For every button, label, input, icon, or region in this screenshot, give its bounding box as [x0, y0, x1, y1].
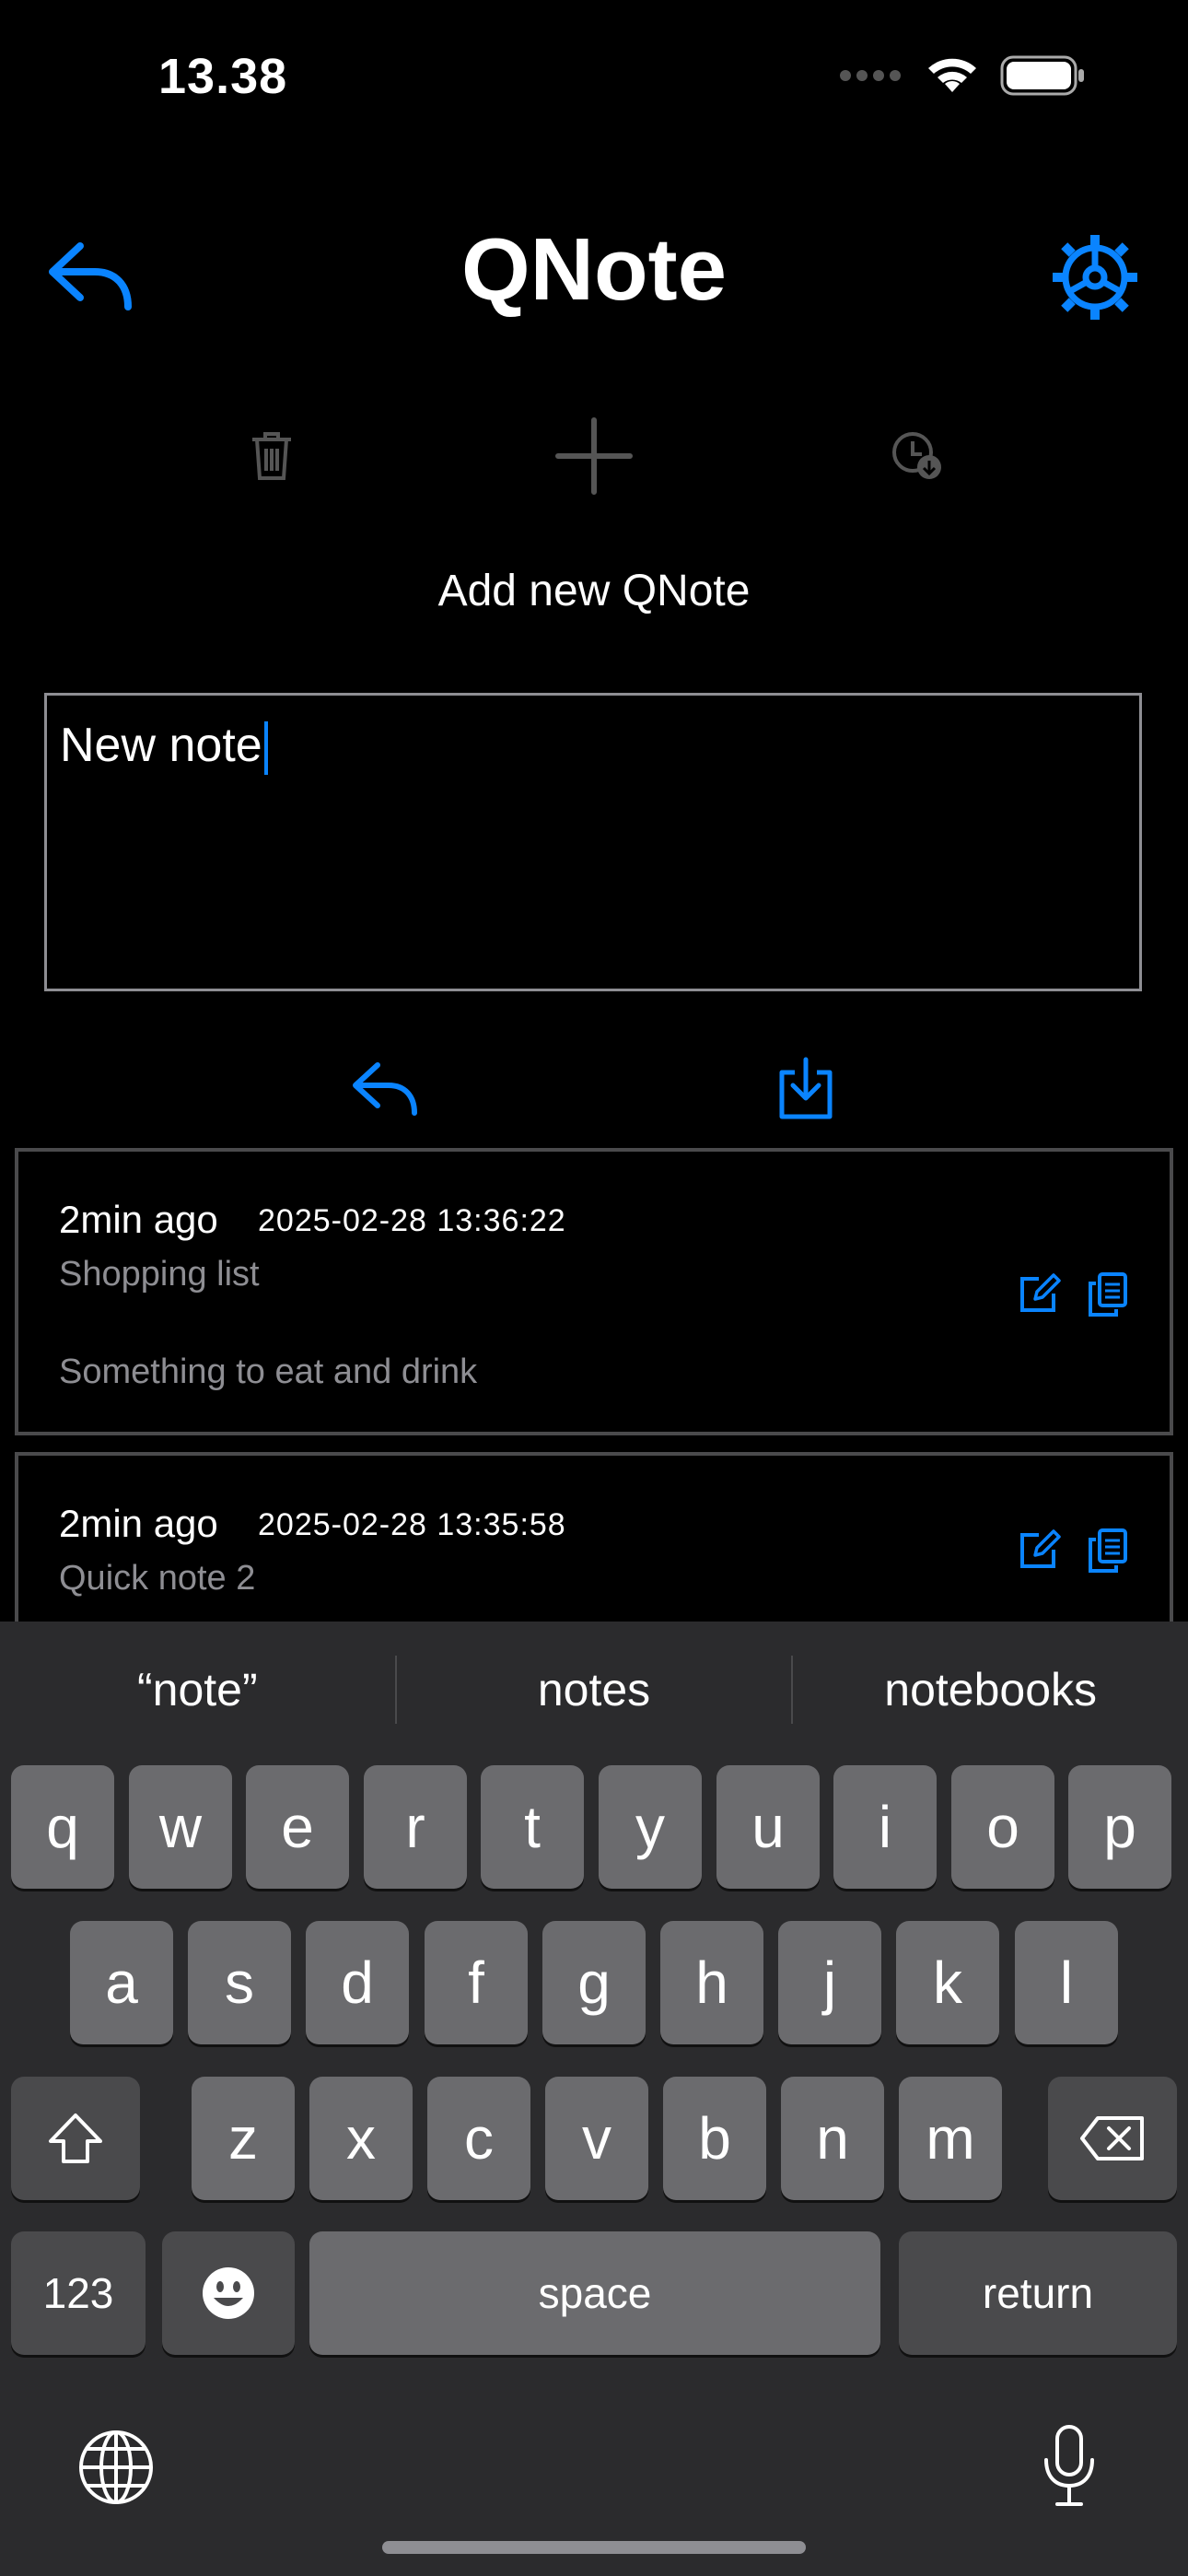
suggestion-item[interactable]: notes	[397, 1663, 792, 1716]
key-c[interactable]: c	[427, 2077, 530, 2200]
globe-icon	[79, 2430, 153, 2504]
status-time: 13.38	[158, 49, 288, 104]
edit-button[interactable]	[1019, 1271, 1061, 1314]
key-v[interactable]: v	[545, 2077, 648, 2200]
shift-key[interactable]	[11, 2077, 140, 2200]
key-e[interactable]: e	[246, 1765, 349, 1889]
save-button[interactable]	[755, 1043, 856, 1135]
wifi-icon	[928, 58, 976, 92]
gear-icon	[1053, 235, 1137, 320]
add-note-subtitle: Add new QNote	[437, 567, 751, 615]
shift-icon	[49, 2113, 102, 2163]
key-k[interactable]: k	[896, 1921, 999, 2044]
key-a[interactable]: a	[70, 1921, 173, 2044]
key-r[interactable]: r	[364, 1765, 467, 1889]
undo-button[interactable]	[335, 1043, 437, 1135]
key-y[interactable]: y	[599, 1765, 702, 1889]
status-icons	[838, 55, 1087, 96]
note-title: Shopping list	[59, 1255, 260, 1294]
battery-icon	[1000, 55, 1084, 96]
note-text-value: New note	[60, 719, 262, 772]
key-d[interactable]: d	[306, 1921, 409, 2044]
add-note-button[interactable]	[553, 415, 635, 498]
history-button[interactable]	[877, 415, 960, 498]
copy-button[interactable]	[1087, 1271, 1129, 1317]
clock-download-icon	[892, 432, 941, 479]
key-b[interactable]: b	[663, 2077, 766, 2200]
suggestion-item[interactable]: “note”	[0, 1663, 395, 1716]
edit-icon	[1020, 1273, 1061, 1312]
text-caret	[263, 721, 268, 776]
suggestion-item[interactable]: notebooks	[793, 1663, 1188, 1716]
key-w[interactable]: w	[129, 1765, 232, 1889]
key-n[interactable]: n	[781, 2077, 884, 2200]
key-u[interactable]: u	[716, 1765, 820, 1889]
signal-icon	[840, 70, 901, 81]
home-indicator	[382, 2541, 806, 2554]
note-timestamp: 2025-02-28 13:35:58	[258, 1507, 566, 1542]
dictation-button[interactable]	[1041, 2423, 1098, 2508]
note-title: Quick note 2	[59, 1559, 256, 1598]
trash-icon	[252, 432, 291, 480]
globe-button[interactable]	[77, 2429, 155, 2506]
return-key[interactable]: return	[899, 2231, 1177, 2355]
key-i[interactable]: i	[833, 1765, 937, 1889]
copy-icon	[1089, 1272, 1127, 1317]
edit-icon	[1020, 1529, 1061, 1568]
download-tray-icon	[779, 1057, 833, 1119]
key-g[interactable]: g	[542, 1921, 646, 2044]
keyboard: “note” notes notebooks qwertyuiop asdfghj…	[0, 1622, 1188, 2576]
emoji-key[interactable]	[162, 2231, 295, 2355]
note-actions	[1019, 1528, 1129, 1573]
key-p[interactable]: p	[1068, 1765, 1171, 1889]
page-title: QNote	[461, 220, 727, 319]
note-timestamp: 2025-02-28 13:36:22	[258, 1203, 566, 1238]
delete-button[interactable]	[230, 415, 313, 498]
note-actions	[1019, 1271, 1129, 1317]
plus-icon	[555, 417, 633, 495]
space-key[interactable]: space	[309, 2231, 880, 2355]
emoji-icon	[203, 2267, 254, 2319]
key-l[interactable]: l	[1015, 1921, 1118, 2044]
settings-button[interactable]	[1044, 227, 1146, 328]
key-x[interactable]: x	[309, 2077, 413, 2200]
microphone-icon	[1044, 2425, 1094, 2506]
key-s[interactable]: s	[188, 1921, 291, 2044]
key-o[interactable]: o	[951, 1765, 1054, 1889]
key-t[interactable]: t	[481, 1765, 584, 1889]
numbers-key[interactable]: 123	[11, 2231, 146, 2355]
suggestion-bar: “note” notes notebooks	[0, 1622, 1188, 1758]
key-m[interactable]: m	[899, 2077, 1002, 2200]
key-h[interactable]: h	[660, 1921, 763, 2044]
note-card[interactable]: 2min ago 2025-02-28 13:36:22 Shopping li…	[15, 1148, 1173, 1435]
key-q[interactable]: q	[11, 1765, 114, 1889]
copy-button[interactable]	[1087, 1528, 1129, 1573]
edit-button[interactable]	[1019, 1528, 1061, 1570]
undo-arrow-icon	[353, 1062, 417, 1116]
note-relative-time: 2min ago	[59, 1198, 218, 1241]
key-z[interactable]: z	[192, 2077, 295, 2200]
backspace-icon	[1080, 2116, 1144, 2160]
note-body: Something to eat and drink	[59, 1352, 478, 1391]
key-j[interactable]: j	[778, 1921, 881, 2044]
note-relative-time: 2min ago	[59, 1502, 218, 1545]
copy-icon	[1089, 1528, 1127, 1573]
note-text-input[interactable]: New note	[44, 693, 1142, 991]
delete-key[interactable]	[1048, 2077, 1177, 2200]
key-f[interactable]: f	[425, 1921, 528, 2044]
